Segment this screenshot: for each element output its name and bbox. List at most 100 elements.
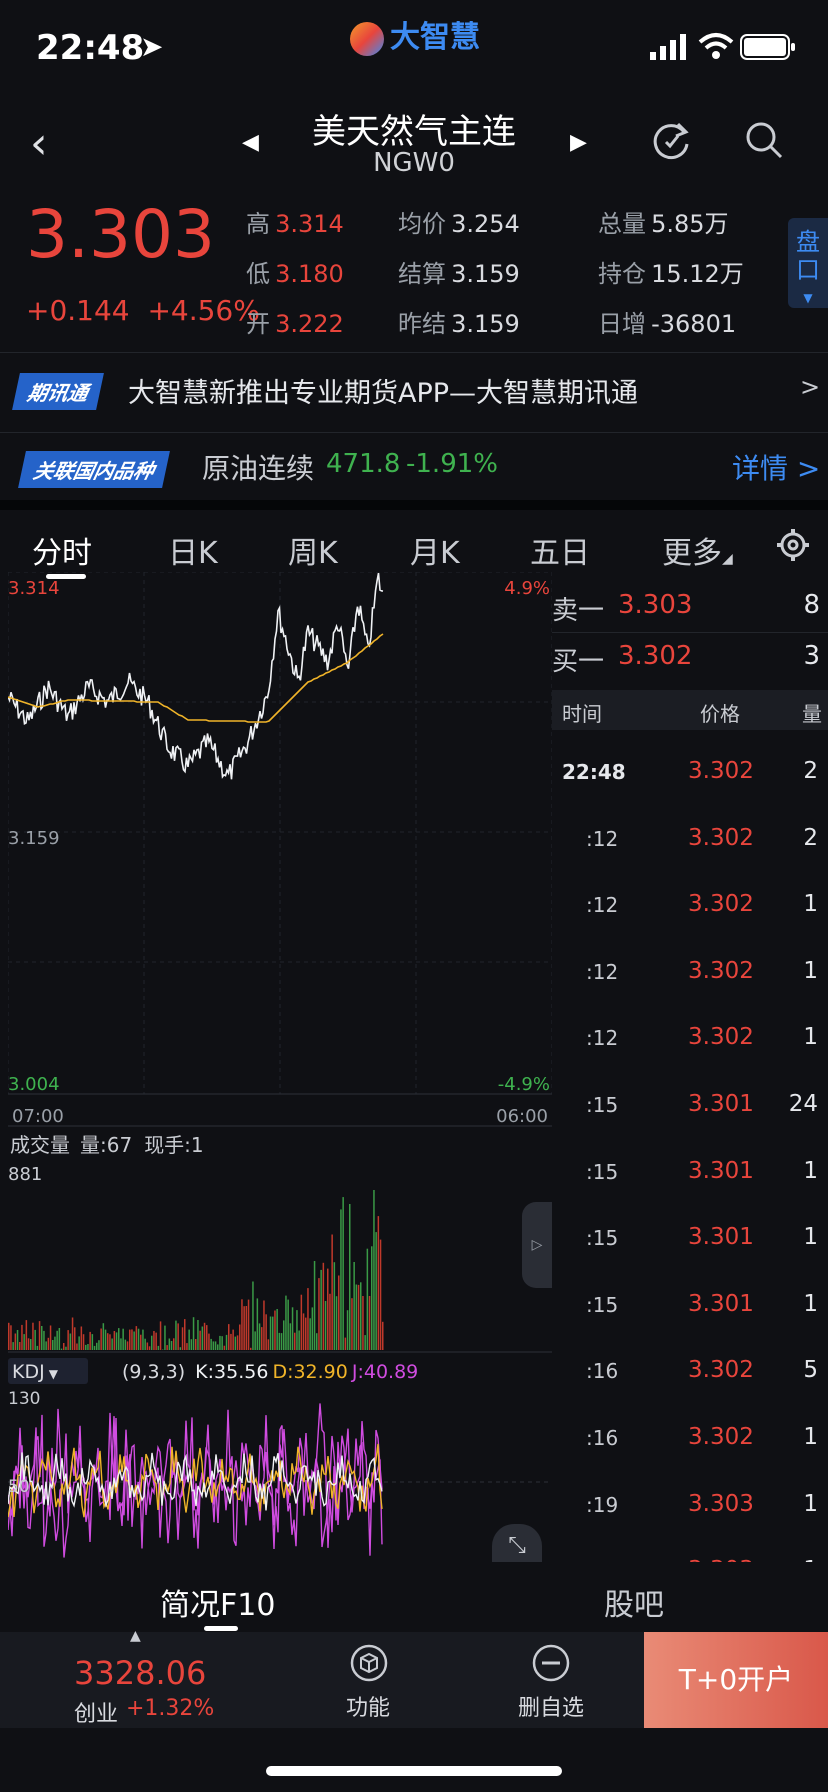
volume-bar	[269, 1316, 272, 1350]
index-pct: +1.32%	[126, 1696, 215, 1721]
tab-f10[interactable]: 简况F10	[160, 1580, 275, 1624]
search-icon[interactable]	[744, 120, 784, 160]
pankou-button[interactable]: 盘口 ▼	[788, 218, 828, 308]
info-tabs: 简况F10 股吧	[0, 1562, 828, 1632]
volume-bar	[36, 1345, 39, 1350]
volume-bar	[247, 1299, 250, 1350]
remove-watchlist-button[interactable]: 删自选	[480, 1632, 620, 1728]
stat-value: 3.314	[275, 210, 344, 238]
contract-title: 美天然气主连	[312, 112, 516, 152]
tab-more[interactable]: 更多◢	[662, 528, 733, 572]
volume-bar	[142, 1329, 144, 1350]
volume-bar	[60, 1348, 63, 1350]
related-tag: 关联国内品种	[18, 451, 170, 488]
settings-icon[interactable]	[776, 528, 810, 562]
volume-bar	[351, 1298, 353, 1350]
volume-bar	[140, 1334, 142, 1350]
volume-bar	[148, 1346, 151, 1350]
detail-label: 详情	[732, 452, 789, 485]
volume-bar	[34, 1329, 36, 1350]
home-indicator[interactable]	[266, 1766, 562, 1776]
volume-bar	[294, 1332, 296, 1350]
volume-bar	[197, 1320, 199, 1350]
tab-guba[interactable]: 股吧	[604, 1580, 664, 1624]
volume-bar	[107, 1333, 109, 1350]
volume-bar	[239, 1324, 241, 1350]
stat-3: 均价 3.254	[398, 204, 520, 239]
volume-bar	[155, 1332, 157, 1350]
volume-bar	[52, 1340, 54, 1350]
related-detail-link[interactable]: 详情 >	[732, 447, 820, 487]
chart-panel[interactable]: 3.314 3.159 3.004 4.9% -4.9% 07:00 06:00…	[7, 571, 553, 1568]
refresh-icon[interactable]	[650, 120, 692, 162]
tick-row: :12 3.302 1	[552, 938, 828, 1004]
news-tag: 期讯通	[12, 373, 104, 410]
volume-bar	[131, 1329, 133, 1350]
volume-bar	[327, 1268, 329, 1350]
tab-intraday[interactable]: 分时	[32, 528, 92, 572]
kdj-dropdown-icon: ▼	[49, 1367, 59, 1381]
volume-bar	[71, 1317, 74, 1350]
volume-bar	[236, 1335, 239, 1350]
volume-bar	[316, 1333, 318, 1350]
tick-qty: 1	[803, 957, 818, 984]
volume-bar	[199, 1330, 201, 1350]
tick-price: 3.302	[688, 891, 754, 918]
cube-icon	[350, 1644, 388, 1682]
volume-bar	[67, 1330, 69, 1350]
function-button[interactable]: 功能	[300, 1632, 440, 1728]
volume-bar	[203, 1322, 206, 1350]
status-bar: 22:48 ➤ 大智慧	[0, 0, 828, 100]
tick-price: 3.302	[688, 758, 754, 784]
volume-bar	[331, 1234, 333, 1350]
next-contract-arrow[interactable]: ▶	[570, 130, 587, 155]
volume-now: 现手:1	[144, 1133, 203, 1157]
stat-value: 15.12万	[651, 260, 744, 288]
volume-bar	[8, 1322, 10, 1350]
open-account-button[interactable]: T+0开户	[644, 1632, 828, 1728]
tick-time: :15	[586, 1159, 619, 1184]
chart-svg[interactable]: 3.314 3.159 3.004 4.9% -4.9% 07:00 06:00…	[7, 571, 553, 1562]
stat-label: 结算	[398, 260, 446, 288]
tick-time: :16	[586, 1426, 619, 1450]
tab-weekly-k[interactable]: 周K	[288, 528, 338, 572]
volume-bar	[289, 1323, 292, 1350]
tab-monthly-k[interactable]: 月K	[410, 528, 460, 572]
bottom-nav: ▲ 3328.06 创业 +1.32% 功能 删自选 T+0开户	[0, 1628, 828, 1728]
tick-row: :16 3.302 5	[552, 1337, 828, 1403]
volume-bar	[184, 1319, 186, 1350]
volume-bar	[280, 1333, 283, 1350]
tick-qty: 1	[803, 1490, 818, 1517]
volume-bar	[153, 1331, 155, 1350]
time-end-label: 06:00	[496, 1106, 548, 1127]
volume-bar	[10, 1325, 12, 1350]
bid-qty: 3	[803, 641, 820, 671]
volume-title: 成交量 量:67 现手:1	[10, 1133, 204, 1157]
index-ticker[interactable]: ▲ 3328.06 创业 +1.32%	[0, 1628, 276, 1728]
news-banner[interactable]: 期讯通 大智慧新推出专业期货APP—大智慧期讯通 >	[0, 352, 828, 423]
volume-bar	[170, 1341, 173, 1350]
volume-bar	[49, 1325, 52, 1350]
volume-bar	[300, 1294, 303, 1350]
tab-five-day[interactable]: 五日	[530, 528, 590, 572]
related-banner[interactable]: 关联国内品种 原油连续 471.8 -1.91% 详情 >	[0, 432, 828, 503]
index-name: 创业	[74, 1702, 119, 1727]
volume-bar	[104, 1329, 107, 1350]
contract-code: NGW0	[373, 148, 455, 178]
volume-bar	[243, 1306, 245, 1350]
volume-bar	[177, 1323, 179, 1350]
volume-bar	[276, 1309, 278, 1350]
volume-bar	[192, 1317, 195, 1350]
collapse-handle[interactable]: ▷	[522, 1202, 552, 1288]
volume-bar	[85, 1344, 87, 1350]
battery-icon	[740, 34, 795, 60]
bid-price: 3.302	[618, 641, 693, 671]
tab-daily-k[interactable]: 日K	[168, 528, 218, 572]
tab-more-label: 更多	[662, 536, 722, 571]
volume-bar	[377, 1216, 380, 1350]
price-line	[7, 572, 384, 780]
volume-bar	[162, 1349, 164, 1350]
volume-bar	[23, 1334, 25, 1350]
ask-1: 卖一 3.303 8	[552, 582, 828, 632]
kdj-mid-label: 50	[8, 1477, 30, 1497]
